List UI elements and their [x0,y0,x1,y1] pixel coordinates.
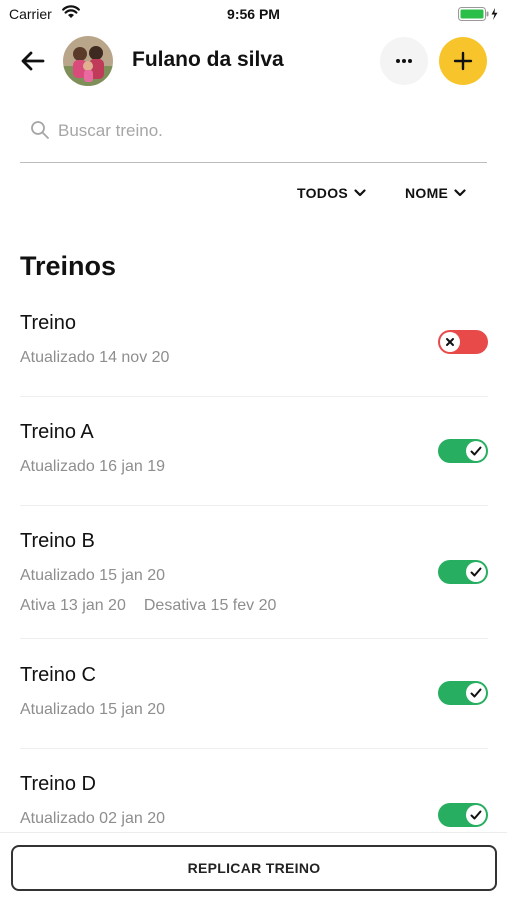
charging-bolt-icon [491,8,498,20]
workout-active-from: Ativa 13 jan 20 [20,597,126,614]
active-toggle[interactable] [438,439,488,463]
battery-icon [458,7,500,26]
check-icon [470,567,482,577]
more-options-button[interactable] [380,37,428,85]
divider [20,505,488,506]
status-bar: Carrier 9:56 PM [0,0,507,28]
workout-name: Treino B [20,530,95,552]
list-item[interactable]: Treino Atualizado 14 nov 20 [20,300,488,396]
divider [20,638,488,639]
list-item[interactable]: Treino D Atualizado 02 jan 20 [20,761,488,833]
back-button[interactable] [18,46,48,76]
sort-dropdown[interactable]: NOME [405,185,466,201]
status-filter-label: TODOS [297,185,349,201]
workout-active-period: Ativa 13 jan 20 Desativa 15 fev 20 [20,597,276,615]
check-icon [470,688,482,698]
list-item[interactable]: Treino B Atualizado 15 jan 20 Ativa 13 j… [20,518,488,638]
chevron-down-icon [354,189,366,197]
workout-updated: Atualizado 15 jan 20 [20,701,165,718]
page-title: Fulano da silva [132,48,284,71]
check-icon [470,446,482,456]
workout-name: Treino [20,312,76,334]
workout-updated: Atualizado 02 jan 20 [20,810,165,827]
arrow-left-icon [21,51,45,71]
close-icon [446,338,454,346]
ellipsis-icon [396,59,412,63]
chevron-down-icon [454,189,466,197]
bottom-bar: REPLICAR TREINO [0,832,507,900]
list-item[interactable]: Treino A Atualizado 16 jan 19 [20,409,488,505]
search-icon [30,120,50,145]
check-icon [470,810,482,820]
search-bar [20,108,487,163]
workout-name: Treino D [20,773,96,795]
workout-updated: Atualizado 15 jan 20 [20,567,165,584]
sort-label: NOME [405,185,449,201]
status-time: 9:56 PM [227,6,280,22]
divider [20,748,488,749]
workout-active-until: Desativa 15 fev 20 [143,597,277,614]
active-toggle[interactable] [438,681,488,705]
section-title: Treinos [20,251,117,281]
workout-name: Treino C [20,664,96,686]
status-filter-dropdown[interactable]: TODOS [297,185,366,201]
workout-updated: Atualizado 14 nov 20 [20,349,170,366]
add-workout-button[interactable] [439,37,487,85]
workout-updated: Atualizado 16 jan 19 [20,458,165,475]
header: Fulano da silva [0,34,507,88]
plus-icon [453,51,473,71]
active-toggle[interactable] [438,560,488,584]
replicate-workout-button[interactable]: REPLICAR TREINO [11,845,497,891]
workout-name: Treino A [20,421,94,443]
divider [20,396,488,397]
search-input[interactable] [58,116,478,146]
avatar[interactable] [63,36,113,86]
active-toggle[interactable] [438,803,488,827]
list-item[interactable]: Treino C Atualizado 15 jan 20 [20,652,488,748]
active-toggle[interactable] [438,330,488,354]
